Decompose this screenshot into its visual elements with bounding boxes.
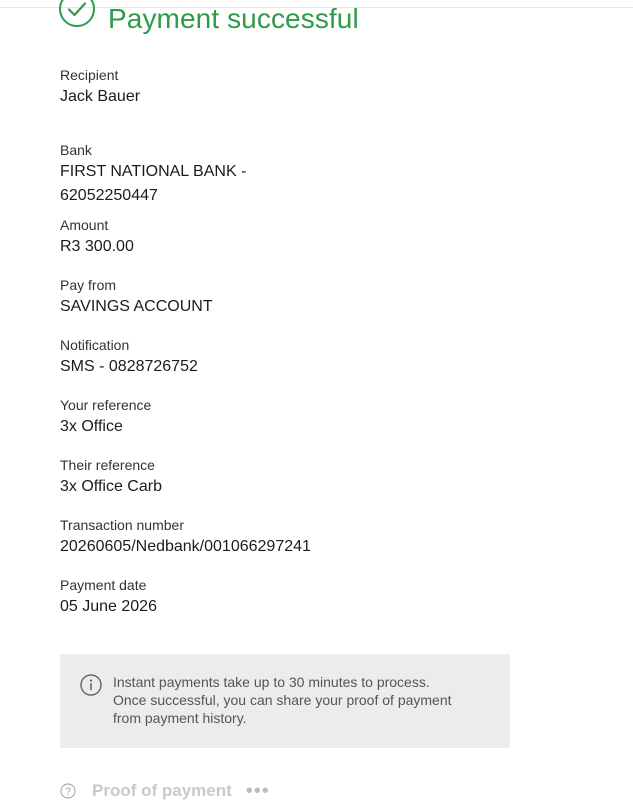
payment-success-page: Payment successful Recipient Jack Bauer … xyxy=(0,0,633,809)
info-line-3: from payment history. xyxy=(113,710,247,726)
info-line-2: Once successful, you can share your proo… xyxy=(113,692,452,708)
proof-of-payment-button[interactable]: Proof of payment xyxy=(92,781,232,801)
field-payment-date: Payment date 05 June 2026 xyxy=(60,575,520,619)
info-icon xyxy=(80,674,102,696)
field-label: Notification xyxy=(60,337,130,353)
field-label: Your reference xyxy=(60,397,152,413)
field-value: 3x Office Carb xyxy=(60,478,162,495)
field-value: R3 300.00 xyxy=(60,238,134,255)
action-bar: ? Proof of payment ••• xyxy=(60,776,270,806)
field-label: Bank xyxy=(60,142,92,158)
field-value: SAVINGS ACCOUNT xyxy=(60,298,213,315)
field-value: Jack Bauer xyxy=(60,88,141,105)
field-value: FIRST NATIONAL BANK - xyxy=(60,163,247,180)
more-options-icon[interactable]: ••• xyxy=(246,781,270,801)
help-icon[interactable]: ? xyxy=(60,783,76,799)
field-amount: Amount R3 300.00 xyxy=(60,215,520,259)
info-text: Instant payments take up to 30 minutes t… xyxy=(113,673,493,727)
info-line-1: Instant payments take up to 30 minutes t… xyxy=(113,674,430,690)
field-value: 3x Office xyxy=(60,418,123,435)
field-notification: Notification SMS - 0828726752 xyxy=(60,335,520,379)
field-label: Payment date xyxy=(60,577,147,593)
page-title: Payment successful xyxy=(108,3,359,34)
field-bank: Bank FIRST NATIONAL BANK - 62052250447 xyxy=(60,140,520,208)
check-circle-icon xyxy=(59,0,95,27)
field-label: Pay from xyxy=(60,277,117,293)
field-value: 20260605/Nedbank/001066297241 xyxy=(60,538,311,555)
field-value-line2: 62052250447 xyxy=(60,187,158,204)
field-pay-from: Pay from SAVINGS ACCOUNT xyxy=(60,275,520,319)
field-value: 05 June 2026 xyxy=(60,598,157,615)
field-label: Recipient xyxy=(60,67,119,83)
field-label: Transaction number xyxy=(60,517,184,533)
field-your-reference: Your reference 3x Office xyxy=(60,395,520,439)
field-transaction-number: Transaction number 20260605/Nedbank/0010… xyxy=(60,515,520,559)
field-value: SMS - 0828726752 xyxy=(60,358,198,375)
field-their-reference: Their reference 3x Office Carb xyxy=(60,455,520,499)
field-label: Their reference xyxy=(60,457,155,473)
info-notice: Instant payments take up to 30 minutes t… xyxy=(60,654,510,748)
svg-text:?: ? xyxy=(65,787,71,798)
field-label: Amount xyxy=(60,217,109,233)
page-header: Payment successful xyxy=(58,0,359,37)
field-recipient: Recipient Jack Bauer xyxy=(60,65,520,109)
